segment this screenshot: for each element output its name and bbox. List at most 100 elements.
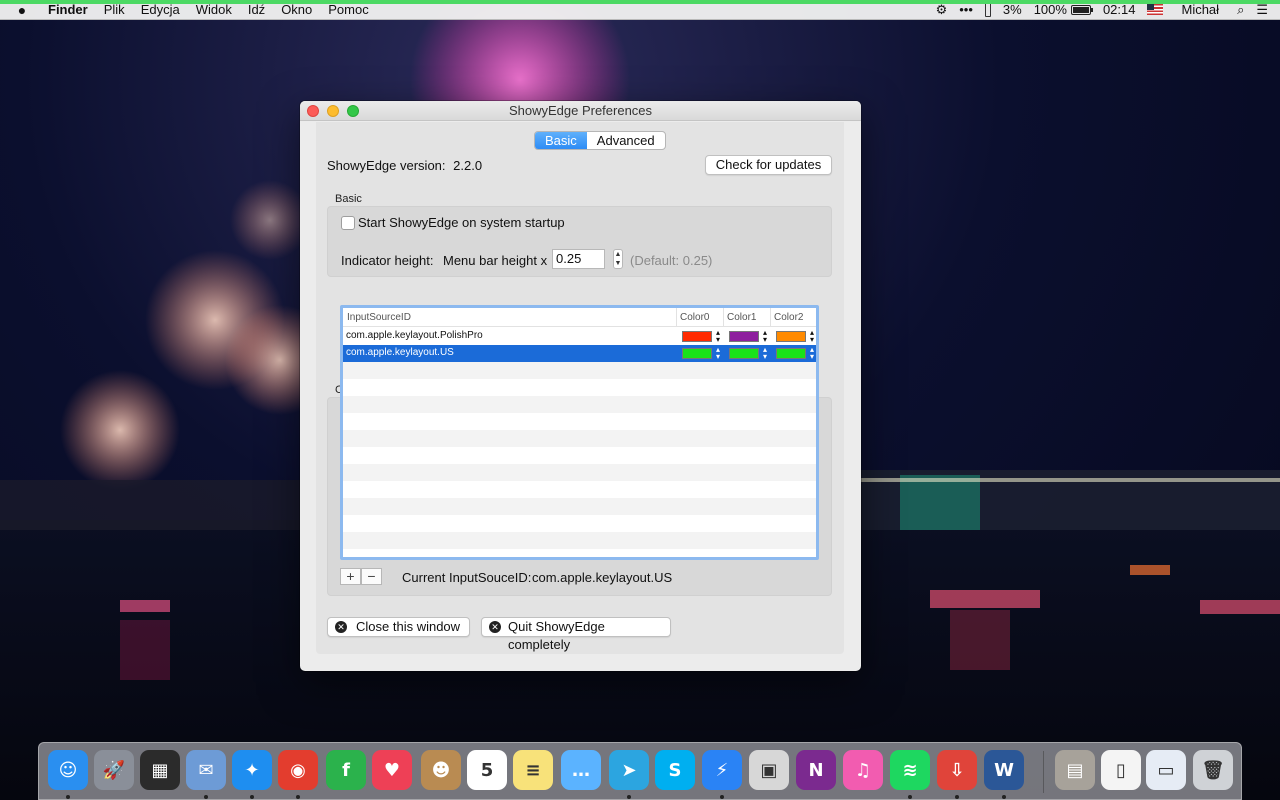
documents-icon[interactable]: ▭ xyxy=(1146,750,1186,790)
version-value: 2.2.0 xyxy=(453,158,483,173)
color-well-2[interactable] xyxy=(776,348,806,359)
color-popup-chevron-icon[interactable]: ▴ ▾ xyxy=(808,346,816,361)
table-row-empty[interactable] xyxy=(343,515,816,532)
color-popup-chevron-icon[interactable]: ▴ ▾ xyxy=(714,329,722,344)
column-header-color1[interactable]: Color1 xyxy=(727,312,756,323)
menu-edycja[interactable]: Edycja xyxy=(133,2,188,17)
menu-idz[interactable]: Idź xyxy=(240,2,273,17)
color-popup-chevron-icon[interactable]: ▴ ▾ xyxy=(714,346,722,361)
safari-icon[interactable]: ✦ xyxy=(232,750,272,790)
menu-pomoc[interactable]: Pomoc xyxy=(320,2,376,17)
height-input[interactable]: 0.25 xyxy=(552,249,605,269)
table-row-empty[interactable] xyxy=(343,481,816,498)
battery-status[interactable]: 100% xyxy=(1028,2,1097,17)
table-row-empty[interactable] xyxy=(343,396,816,413)
running-indicator xyxy=(908,795,912,799)
add-row-button[interactable]: + xyxy=(340,568,361,585)
menu-okno[interactable]: Okno xyxy=(273,2,320,17)
mail-stamp-icon[interactable]: ✉ xyxy=(186,750,226,790)
messages-icon[interactable]: … xyxy=(561,750,601,790)
startup-checkbox[interactable] xyxy=(341,216,355,230)
launchpad-icon[interactable]: 🚀 xyxy=(94,750,134,790)
input-source-table[interactable]: InputSourceID Color0 Color1 Color2 com.a… xyxy=(340,305,819,560)
onenote-icon[interactable]: N xyxy=(796,750,836,790)
row-input-source-id: com.apple.keylayout.US xyxy=(346,347,454,358)
window-titlebar[interactable]: ShowyEdge Preferences xyxy=(300,101,861,121)
table-row[interactable]: com.apple.keylayout.PolishPro ▴ ▾ ▴ ▾ ▴ ▾ xyxy=(343,328,816,345)
spotify-icon[interactable]: ≋ xyxy=(890,750,930,790)
preferences-window: ShowyEdge Preferences Basic Advanced Sho… xyxy=(300,101,861,671)
menubar-height-label: Menu bar height x xyxy=(443,253,548,268)
feedly-icon[interactable]: f xyxy=(326,750,366,790)
telegram-icon[interactable]: ➤ xyxy=(609,750,649,790)
color-well-1[interactable] xyxy=(729,331,759,342)
default-hint: (Default: 0.25) xyxy=(630,253,713,268)
column-header-color2[interactable]: Color2 xyxy=(774,312,803,323)
color-well-2[interactable] xyxy=(776,331,806,342)
cpu-percent[interactable]: 3% xyxy=(997,2,1028,17)
showyedge-icon[interactable]: ⇩ xyxy=(937,750,977,790)
window-minimize-icon[interactable] xyxy=(327,105,339,117)
color-popup-chevron-icon[interactable]: ▴ ▾ xyxy=(761,346,769,361)
quit-button[interactable]: ✕ Quit ShowyEdge completely xyxy=(481,617,671,652)
column-header-inputsourceid[interactable]: InputSourceID xyxy=(347,312,411,323)
tab-basic[interactable]: Basic xyxy=(535,132,587,149)
version-label: ShowyEdge version: xyxy=(327,158,446,173)
quit-label: Quit ShowyEdge completely xyxy=(508,619,605,652)
table-row-empty[interactable] xyxy=(343,413,816,430)
table-row-empty[interactable] xyxy=(343,447,816,464)
remove-row-button[interactable]: − xyxy=(361,568,382,585)
close-window-button[interactable]: ✕ Close this window xyxy=(327,617,470,637)
color-popup-chevron-icon[interactable]: ▴ ▾ xyxy=(761,329,769,344)
pocket-icon[interactable]: ♥ xyxy=(372,750,412,790)
dock: ☺ 🚀 ▦ ✉ ✦ ◉ f ♥ ☻ 5 ≡… ➤ S ⚡ ▣ N ♫ ≋ ⇩ W ▤ ▯ ▭ 🗑 xyxy=(38,742,1242,800)
chrome-icon[interactable]: ◉ xyxy=(278,750,318,790)
height-stepper[interactable]: ▲ ▼ xyxy=(613,249,623,269)
contacts-icon[interactable]: ☻ xyxy=(421,750,461,790)
table-row-empty[interactable] xyxy=(343,362,816,379)
running-indicator xyxy=(627,795,631,799)
table-row-empty[interactable] xyxy=(343,498,816,515)
user-name[interactable]: Michał xyxy=(1169,2,1231,17)
quit-x-icon: ✕ xyxy=(489,621,501,633)
battery-percent: 100% xyxy=(1033,2,1067,17)
clock[interactable]: 02:14 xyxy=(1097,2,1142,17)
activity-monitor-icon[interactable]: ▦ xyxy=(140,750,180,790)
color-well-0[interactable] xyxy=(682,348,712,359)
menu-widok[interactable]: Widok xyxy=(188,2,240,17)
input-source-flag-icon[interactable] xyxy=(1141,4,1169,15)
running-indicator xyxy=(66,795,70,799)
basic-group-box: Start ShowyEdge on system startup Indica… xyxy=(327,206,832,277)
skype-icon[interactable]: S xyxy=(655,750,695,790)
table-row-selected[interactable]: com.apple.keylayout.US ▴ ▾ ▴ ▾ ▴ ▾ xyxy=(343,345,816,362)
table-row-empty[interactable] xyxy=(343,430,816,447)
close-window-label: Close this window xyxy=(356,619,461,634)
color-well-1[interactable] xyxy=(729,348,759,359)
calendar-icon[interactable]: 5 xyxy=(467,750,507,790)
check-updates-button[interactable]: Check for updates xyxy=(705,155,832,175)
color-well-0[interactable] xyxy=(682,331,712,342)
notes-icon[interactable]: ≡ xyxy=(513,750,553,790)
finder-icon[interactable]: ☺ xyxy=(48,750,88,790)
window-zoom-icon[interactable] xyxy=(347,105,359,117)
trash-icon[interactable]: 🗑 xyxy=(1193,750,1233,790)
preview-icon[interactable]: ▣ xyxy=(749,750,789,790)
menu-plik[interactable]: Plik xyxy=(96,2,133,17)
more-dots-icon[interactable]: ••• xyxy=(953,2,979,17)
messenger-icon[interactable]: ⚡ xyxy=(702,750,742,790)
table-row-empty[interactable] xyxy=(343,464,816,481)
menu-app-name[interactable]: Finder xyxy=(44,2,96,17)
table-row-empty[interactable] xyxy=(343,532,816,549)
word-icon[interactable]: W xyxy=(984,750,1024,790)
column-header-color0[interactable]: Color0 xyxy=(680,312,709,323)
table-row-empty[interactable] xyxy=(343,379,816,396)
window-close-icon[interactable] xyxy=(307,105,319,117)
photos-folder-icon[interactable]: ▤ xyxy=(1055,750,1095,790)
startup-label[interactable]: Start ShowyEdge on system startup xyxy=(358,215,565,230)
cpu-meter-icon[interactable] xyxy=(979,2,997,17)
color-popup-chevron-icon[interactable]: ▴ ▾ xyxy=(808,329,816,344)
window-content: Basic Advanced ShowyEdge version: 2.2.0 … xyxy=(316,122,844,654)
jpeg-file-icon[interactable]: ▯ xyxy=(1101,750,1141,790)
tab-advanced[interactable]: Advanced xyxy=(587,132,665,149)
itunes-icon[interactable]: ♫ xyxy=(843,750,883,790)
